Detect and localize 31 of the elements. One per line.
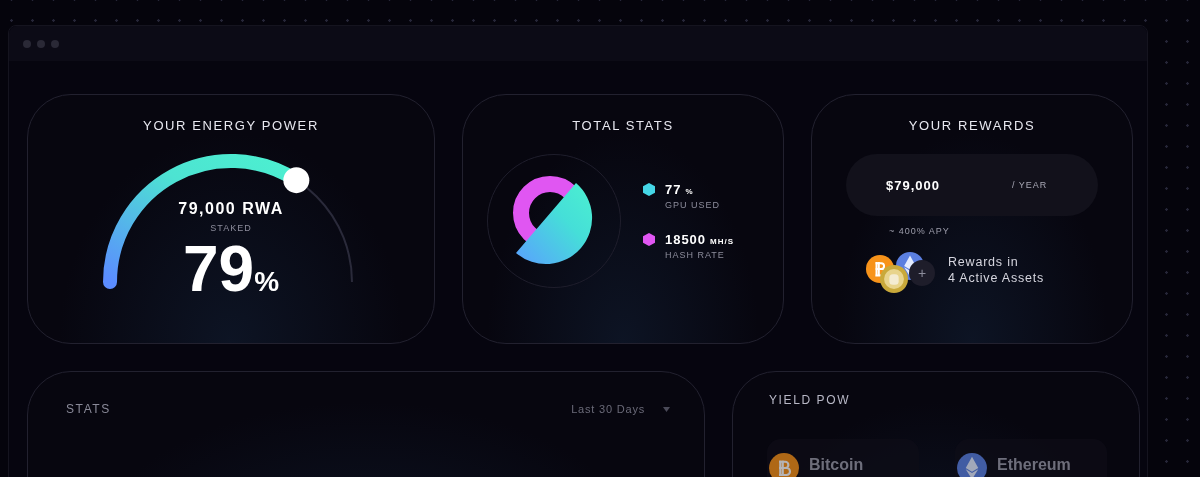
card-title: TOTAL STATS: [572, 118, 674, 133]
staked-label: STAKED: [210, 223, 252, 233]
coin-card[interactable]: Bitcoin: [767, 439, 919, 477]
reward-period: / YEAR: [1012, 180, 1048, 190]
card-title: STATS: [66, 402, 111, 416]
hexagon-icon: [642, 233, 655, 246]
bitcoin-icon: [769, 453, 799, 477]
hexagon-icon: [642, 183, 655, 196]
staked-amount: 79,000 RWA: [178, 200, 284, 218]
coin-name: Bitcoin: [809, 456, 864, 474]
apy-text: ~ 400% APY: [889, 226, 950, 236]
legend-label: HASH RATE: [664, 250, 726, 260]
ethereum-icon: [957, 453, 987, 477]
assets-text: Rewards in 4 Active Assets: [948, 254, 1045, 286]
range-dropdown[interactable]: Last 30 Days: [571, 403, 670, 415]
card-title: YIELD POW: [769, 393, 851, 407]
more-button[interactable]: +: [909, 260, 935, 286]
reward-amount: $79,000: [886, 177, 941, 193]
window-dot[interactable]: [23, 39, 31, 48]
dog-coin-icon: [880, 265, 908, 293]
legend-value: 18500 MH/S: [664, 232, 735, 247]
caret-icon: [663, 406, 670, 412]
window-dot[interactable]: [51, 39, 59, 48]
window-dot[interactable]: [37, 39, 45, 48]
legend-label: GPU USED: [664, 200, 721, 210]
coin-name: Ethereum: [997, 456, 1071, 474]
coin-card[interactable]: Ethereum: [955, 439, 1107, 477]
card-title: YOUR REWARDS: [908, 118, 1036, 133]
card-title: YOUR ENERGY POWER: [143, 118, 319, 133]
energy-percent: 79%: [182, 237, 280, 307]
legend-value: 77 %: [664, 182, 695, 197]
